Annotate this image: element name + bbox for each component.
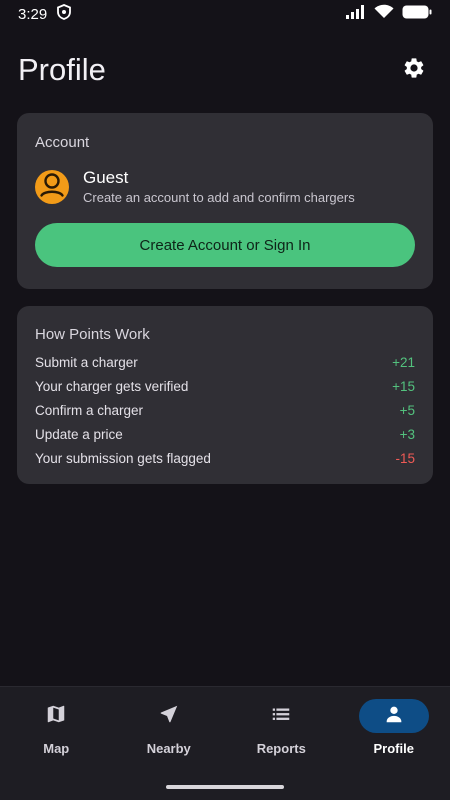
point-label: Update a price: [35, 426, 123, 442]
gear-icon: [402, 56, 426, 85]
point-label: Confirm a charger: [35, 402, 144, 418]
point-value: +21: [392, 354, 415, 370]
account-card: Account Guest Create an account to add a…: [17, 113, 433, 289]
person-icon: [35, 168, 69, 207]
guest-subtitle: Create an account to add and confirm cha…: [83, 189, 355, 205]
points-list: Submit a charger +21 Your charger gets v…: [35, 350, 415, 470]
header: Profile: [18, 48, 432, 92]
nav-items: Map Nearby Reports Profile: [0, 699, 450, 756]
nav-label-profile: Profile: [373, 741, 414, 756]
list-item: Your submission gets flagged -15: [35, 446, 415, 470]
account-card-title: Account: [35, 134, 90, 151]
list-item: Your charger gets verified +15: [35, 374, 415, 398]
nav-label-nearby: Nearby: [146, 741, 191, 756]
bottom-nav: Map Nearby Reports Profile: [0, 686, 450, 800]
nav-item-reports[interactable]: Reports: [225, 699, 338, 756]
nav-item-profile[interactable]: Profile: [338, 699, 450, 756]
list-item: Confirm a charger +5: [35, 398, 415, 422]
shield-icon: [57, 4, 72, 24]
map-icon: [45, 703, 67, 730]
guest-row: Guest Create an account to add and confi…: [35, 167, 415, 207]
guest-name: Guest: [83, 167, 129, 187]
create-account-button[interactable]: Create Account or Sign In: [35, 223, 415, 267]
guest-text: Guest Create an account to add and confi…: [83, 168, 355, 207]
point-value: -15: [395, 450, 415, 466]
point-label: Submit a charger: [35, 354, 138, 370]
status-right: [346, 4, 432, 24]
status-time: 3:29: [18, 5, 48, 23]
nav-pill-active: [358, 699, 429, 733]
status-left: 3:29: [18, 4, 72, 24]
point-value: +3: [399, 426, 415, 442]
list-item: Update a price +3: [35, 422, 415, 446]
points-card: How Points Work Submit a charger +21 You…: [17, 306, 433, 484]
point-label: Your charger gets verified: [35, 378, 189, 394]
nav-pill: [134, 699, 204, 733]
point-label: Your submission gets flagged: [35, 450, 211, 466]
nav-label-reports: Reports: [256, 741, 306, 756]
list-icon: [270, 703, 292, 730]
point-value: +5: [399, 402, 415, 418]
navigation-arrow-icon: [158, 703, 180, 730]
nav-label-map: Map: [43, 741, 70, 756]
avatar: [35, 170, 69, 204]
person-icon: [383, 703, 405, 730]
nav-item-map[interactable]: Map: [0, 699, 113, 756]
nav-item-nearby[interactable]: Nearby: [113, 699, 226, 756]
status-bar: 3:29: [0, 0, 450, 28]
list-item: Submit a charger +21: [35, 350, 415, 374]
points-card-title: How Points Work: [35, 326, 150, 343]
home-indicator[interactable]: [166, 785, 284, 789]
nav-pill: [21, 699, 91, 733]
page-title: Profile: [18, 52, 106, 87]
settings-button[interactable]: [396, 52, 432, 88]
point-value: +15: [392, 378, 415, 394]
battery-icon: [402, 5, 432, 24]
signal-icon: [346, 4, 366, 24]
nav-pill: [246, 699, 316, 733]
wifi-icon: [374, 4, 394, 24]
